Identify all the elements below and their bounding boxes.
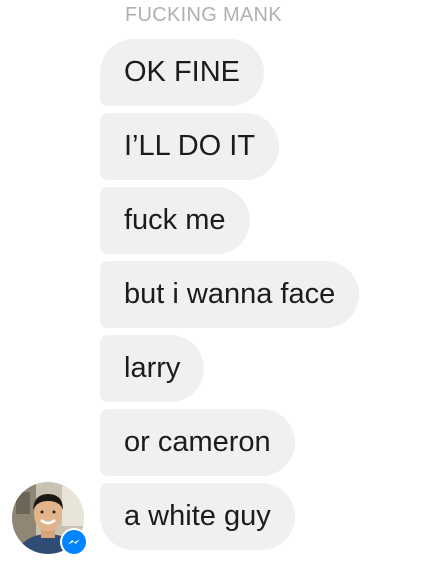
message-bubble[interactable]: a white guy: [100, 483, 295, 550]
sender-name: FUCKING MANK: [125, 4, 282, 26]
messenger-badge: [60, 528, 88, 556]
messenger-icon: [62, 530, 86, 554]
message-bubble[interactable]: I’LL DO IT: [100, 113, 280, 180]
message-bubble[interactable]: or cameron: [100, 409, 295, 476]
message-bubble[interactable]: but i wanna face: [100, 261, 360, 328]
message-bubble[interactable]: larry: [100, 335, 205, 402]
message-bubble[interactable]: OK FINE: [100, 39, 265, 106]
message-bubble[interactable]: fuck me: [100, 187, 250, 254]
